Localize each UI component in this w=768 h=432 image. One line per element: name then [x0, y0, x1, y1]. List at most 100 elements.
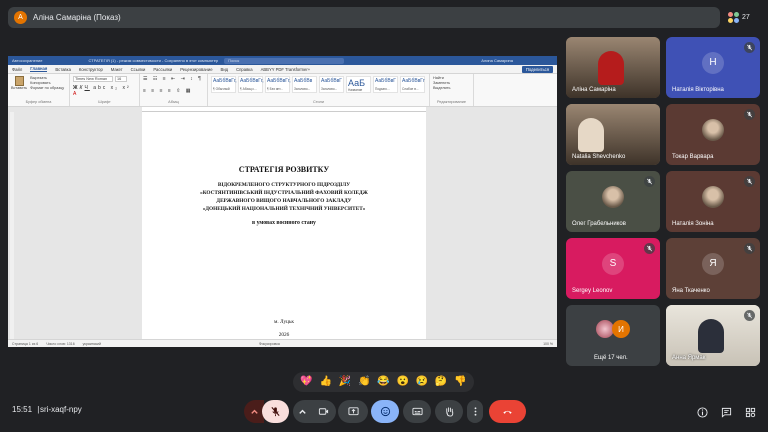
- style-gallery-item[interactable]: АаБбВвГг, ¶ Без инт...: [265, 76, 291, 93]
- copy-button[interactable]: Копировать: [30, 81, 64, 85]
- participant-tile[interactable]: Токар Варвара: [666, 104, 760, 165]
- styles-label: Стили: [313, 100, 324, 104]
- person-silhouette: [578, 118, 604, 152]
- camera-options-button[interactable]: [293, 400, 311, 423]
- participant-tile[interactable]: Анна Ярмак: [666, 305, 760, 366]
- participant-tile[interactable]: Я Яна Ткаченко: [666, 238, 760, 299]
- mic-options-button[interactable]: [244, 400, 264, 423]
- avatar: И: [612, 320, 630, 338]
- reaction-emoji[interactable]: 😂: [377, 377, 389, 387]
- presenter-banner[interactable]: А Аліна Самаріна (Показ): [8, 7, 720, 28]
- participant-tile[interactable]: Natalia Shevchenko: [566, 104, 660, 165]
- person-silhouette: [698, 319, 724, 353]
- participant-tile[interactable]: S Sergey Leonov: [566, 238, 660, 299]
- word-search-box[interactable]: Поиск: [224, 57, 345, 64]
- style-preview: АаБ: [348, 78, 366, 88]
- style-gallery-item[interactable]: АаБбВвГ Заголово...: [319, 76, 344, 93]
- reaction-emoji[interactable]: 👏: [358, 377, 370, 387]
- meeting-info-button[interactable]: [694, 404, 710, 420]
- cut-button[interactable]: Вырезать: [30, 76, 64, 80]
- present-screen-icon: [347, 407, 359, 416]
- hand-icon: [445, 407, 453, 417]
- font-format-icons[interactable]: ЖКЧ abc x₂ x² A: [73, 85, 136, 97]
- reaction-emoji[interactable]: 👎: [454, 377, 466, 387]
- reactions-button[interactable]: [371, 400, 399, 423]
- participant-name: Токар Варвара: [672, 154, 714, 160]
- select-button[interactable]: Выделить: [433, 86, 470, 90]
- captions-button[interactable]: [403, 400, 431, 423]
- word-tab[interactable]: ABBYY PDF Transformer+: [261, 67, 311, 72]
- leave-call-button[interactable]: [489, 400, 526, 423]
- list-icons[interactable]: ☰ ☷ ≡ ⇤ ⇥ ↕ ¶: [143, 76, 204, 82]
- style-gallery-item[interactable]: АаБбВвГг Слабое в...: [400, 76, 425, 93]
- document-city: м. Луцьк: [274, 319, 294, 325]
- participants-count: 27: [742, 14, 750, 21]
- participants-button[interactable]: 27: [728, 8, 760, 27]
- style-gallery-item[interactable]: АаБ Название: [346, 76, 371, 93]
- style-preview: АаБбВв: [294, 78, 313, 84]
- word-tab[interactable]: Главная: [30, 66, 48, 72]
- camera-toggle-button[interactable]: [310, 400, 336, 423]
- style-name: Слабое в...: [402, 87, 419, 91]
- editing-group: Найти Заменить Выделить Редактирование: [430, 74, 474, 106]
- participant-tile[interactable]: Наталія Зоніна: [666, 171, 760, 232]
- word-tab[interactable]: Вид: [221, 67, 229, 72]
- format-painter-button[interactable]: Формат по образцу: [30, 86, 64, 90]
- more-options-button[interactable]: [467, 400, 483, 423]
- style-gallery-item[interactable]: АаБбВвГг, ¶ Обычный: [211, 76, 237, 93]
- style-gallery-item[interactable]: АаБбВв Заголово...: [292, 76, 317, 93]
- meeting-time: 15:51 |: [12, 405, 39, 414]
- style-name: ¶ Обычный: [213, 87, 230, 91]
- word-tab[interactable]: Ссылки: [131, 67, 146, 72]
- word-tab[interactable]: Вставка: [55, 67, 71, 72]
- present-screen-button[interactable]: [338, 400, 368, 423]
- reaction-emoji[interactable]: 👍: [320, 377, 332, 387]
- participant-tile[interactable]: И Ещё 17 чел.: [566, 305, 660, 366]
- document-page[interactable]: СТРАТЕГІЯ РОЗВИТКУ ВІДОКРЕМЛЕНОГО СТРУКТ…: [142, 112, 426, 339]
- participant-tile[interactable]: Н Наталія Вікторівна: [666, 37, 760, 98]
- clipboard-group: Вставить Вырезать Копировать Формат по о…: [8, 74, 70, 106]
- font-label: Шрифт: [98, 100, 111, 104]
- font-name-select[interactable]: Times New Roman: [73, 76, 113, 82]
- participant-tile[interactable]: Олег Грабельников: [566, 171, 660, 232]
- language-indicator[interactable]: украинский: [83, 342, 101, 346]
- style-gallery-item[interactable]: АаБбВвГ Подзаго...: [373, 76, 398, 93]
- reactions-bar: 💖 👍 🎉 👏 😂 😮 😢 🤔 👎: [293, 372, 474, 392]
- word-count[interactable]: Число слов: 1316: [46, 342, 74, 346]
- paste-button[interactable]: Вставить: [11, 86, 27, 90]
- word-tab[interactable]: Рецензирование: [180, 67, 212, 72]
- reaction-emoji[interactable]: 😢: [416, 377, 428, 387]
- reaction-emoji[interactable]: 💖: [300, 377, 312, 387]
- avatar: S: [602, 252, 624, 275]
- word-tab[interactable]: Справка: [236, 67, 252, 72]
- page-indicator[interactable]: Страница 1 из 6: [12, 342, 38, 346]
- autosave-label[interactable]: Автосохранение: [12, 58, 43, 63]
- replace-button[interactable]: Заменить: [433, 81, 470, 85]
- people-icon: [728, 11, 740, 24]
- participant-tile[interactable]: Аліна Самаріна: [566, 37, 660, 98]
- word-tab[interactable]: Конструктор: [79, 67, 103, 72]
- find-button[interactable]: Найти: [433, 76, 470, 80]
- word-tab[interactable]: Файл: [12, 67, 22, 72]
- info-icon: [696, 406, 708, 418]
- word-tab[interactable]: Макет: [111, 67, 123, 72]
- more-vert-icon: [474, 407, 476, 416]
- reaction-emoji[interactable]: 🎉: [339, 377, 351, 387]
- style-gallery-item[interactable]: АаБбВвГг, ¶ Абзац с...: [238, 76, 264, 93]
- word-share-button[interactable]: Поделиться: [521, 65, 553, 73]
- meeting-code[interactable]: sri-xaqf-npy: [40, 405, 82, 414]
- presenter-avatar: А: [14, 11, 27, 24]
- raise-hand-button[interactable]: [435, 400, 463, 423]
- reaction-emoji[interactable]: 🤔: [435, 377, 447, 387]
- align-icons[interactable]: ≡ ≡ ≡ ≡ ⇳ ▦: [143, 88, 204, 94]
- focus-mode[interactable]: Фокусировка: [259, 342, 280, 346]
- paragraph-label: Абзац: [168, 100, 179, 104]
- mic-toggle-button[interactable]: [262, 400, 289, 423]
- activities-button[interactable]: [742, 404, 758, 420]
- font-size-select[interactable]: 16: [115, 76, 127, 82]
- word-tab[interactable]: Рассылки: [153, 67, 172, 72]
- chat-button[interactable]: [718, 404, 734, 420]
- zoom-level[interactable]: 100 %: [543, 342, 553, 346]
- reaction-emoji[interactable]: 😮: [396, 377, 408, 387]
- paste-icon[interactable]: [14, 76, 24, 86]
